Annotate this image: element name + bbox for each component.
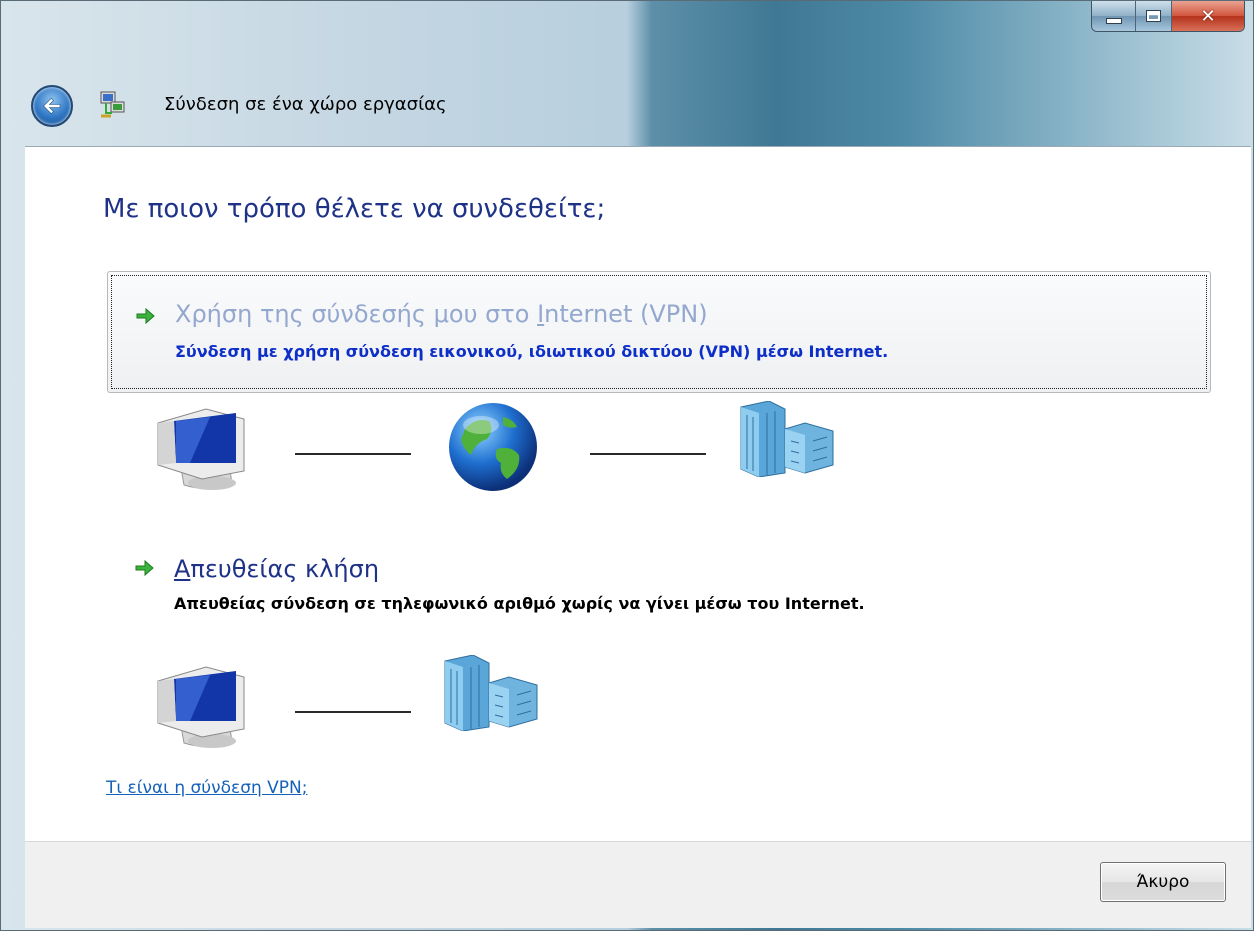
connector-line (590, 453, 706, 455)
computer-icon (157, 408, 245, 490)
footer-bar: Άκυρο (25, 841, 1251, 928)
green-arrow-icon (135, 559, 154, 577)
globe-icon (449, 403, 537, 491)
minimize-icon (1105, 18, 1122, 24)
wizard-window: ✕ Σύνδεση σε ένα χώρο εργασίας Με ποιον … (0, 0, 1254, 931)
minimize-button[interactable] (1092, 1, 1136, 31)
office-building-icon (444, 655, 538, 731)
content-panel: Με ποιον τρόπο θέλετε να συνδεθείτε; Χρή… (25, 146, 1251, 841)
option-direct-dial-title: Απευθείας κλήση (174, 555, 379, 583)
cancel-button[interactable]: Άκυρο (1100, 862, 1226, 902)
network-connection-icon (100, 91, 125, 118)
close-button[interactable]: ✕ (1172, 1, 1244, 31)
option-vpn-title-post: nternet (VPN) (544, 300, 708, 328)
title-bar: ✕ Σύνδεση σε ένα χώρο εργασίας (1, 1, 1253, 146)
page-heading: Με ποιον τρόπο θέλετε να συνδεθείτε; (103, 194, 606, 224)
option-vpn-description: Σύνδεση με χρήση σύνδεση εικονικού, ιδιω… (175, 342, 889, 361)
option-vpn-accelerator: I (537, 300, 545, 328)
option-direct-dial-accelerator: Α (174, 555, 191, 583)
connector-line (295, 711, 411, 713)
maximize-button[interactable] (1136, 1, 1172, 31)
back-button[interactable] (31, 85, 73, 127)
option-direct-dial-description: Απευθείας σύνδεση σε τηλεφωνικό αριθμό χ… (174, 594, 865, 613)
option-direct-dial[interactable]: Απευθείας κλήση Απευθείας σύνδεση σε τηλ… (107, 549, 1211, 613)
option-vpn[interactable]: Χρήση της σύνδεσής μου στο Internet (VPN… (107, 271, 1211, 393)
window-title: Σύνδεση σε ένα χώρο εργασίας (164, 94, 447, 115)
option-vpn-title-pre: Χρήση της σύνδεσής μου στο (175, 300, 538, 328)
option-direct-dial-title-post: πευθείας κλήση (190, 555, 380, 583)
green-arrow-icon (136, 307, 155, 325)
back-arrow-icon (43, 97, 61, 115)
close-icon: ✕ (1200, 5, 1216, 27)
computer-icon (157, 666, 245, 748)
maximize-icon (1146, 10, 1161, 22)
connector-line (295, 453, 411, 455)
office-building-icon (740, 401, 834, 477)
caption-buttons: ✕ (1091, 1, 1245, 32)
what-is-vpn-link[interactable]: Τι είναι η σύνδεση VPN; (106, 778, 308, 798)
option-vpn-title: Χρήση της σύνδεσής μου στο Internet (VPN… (175, 300, 708, 328)
